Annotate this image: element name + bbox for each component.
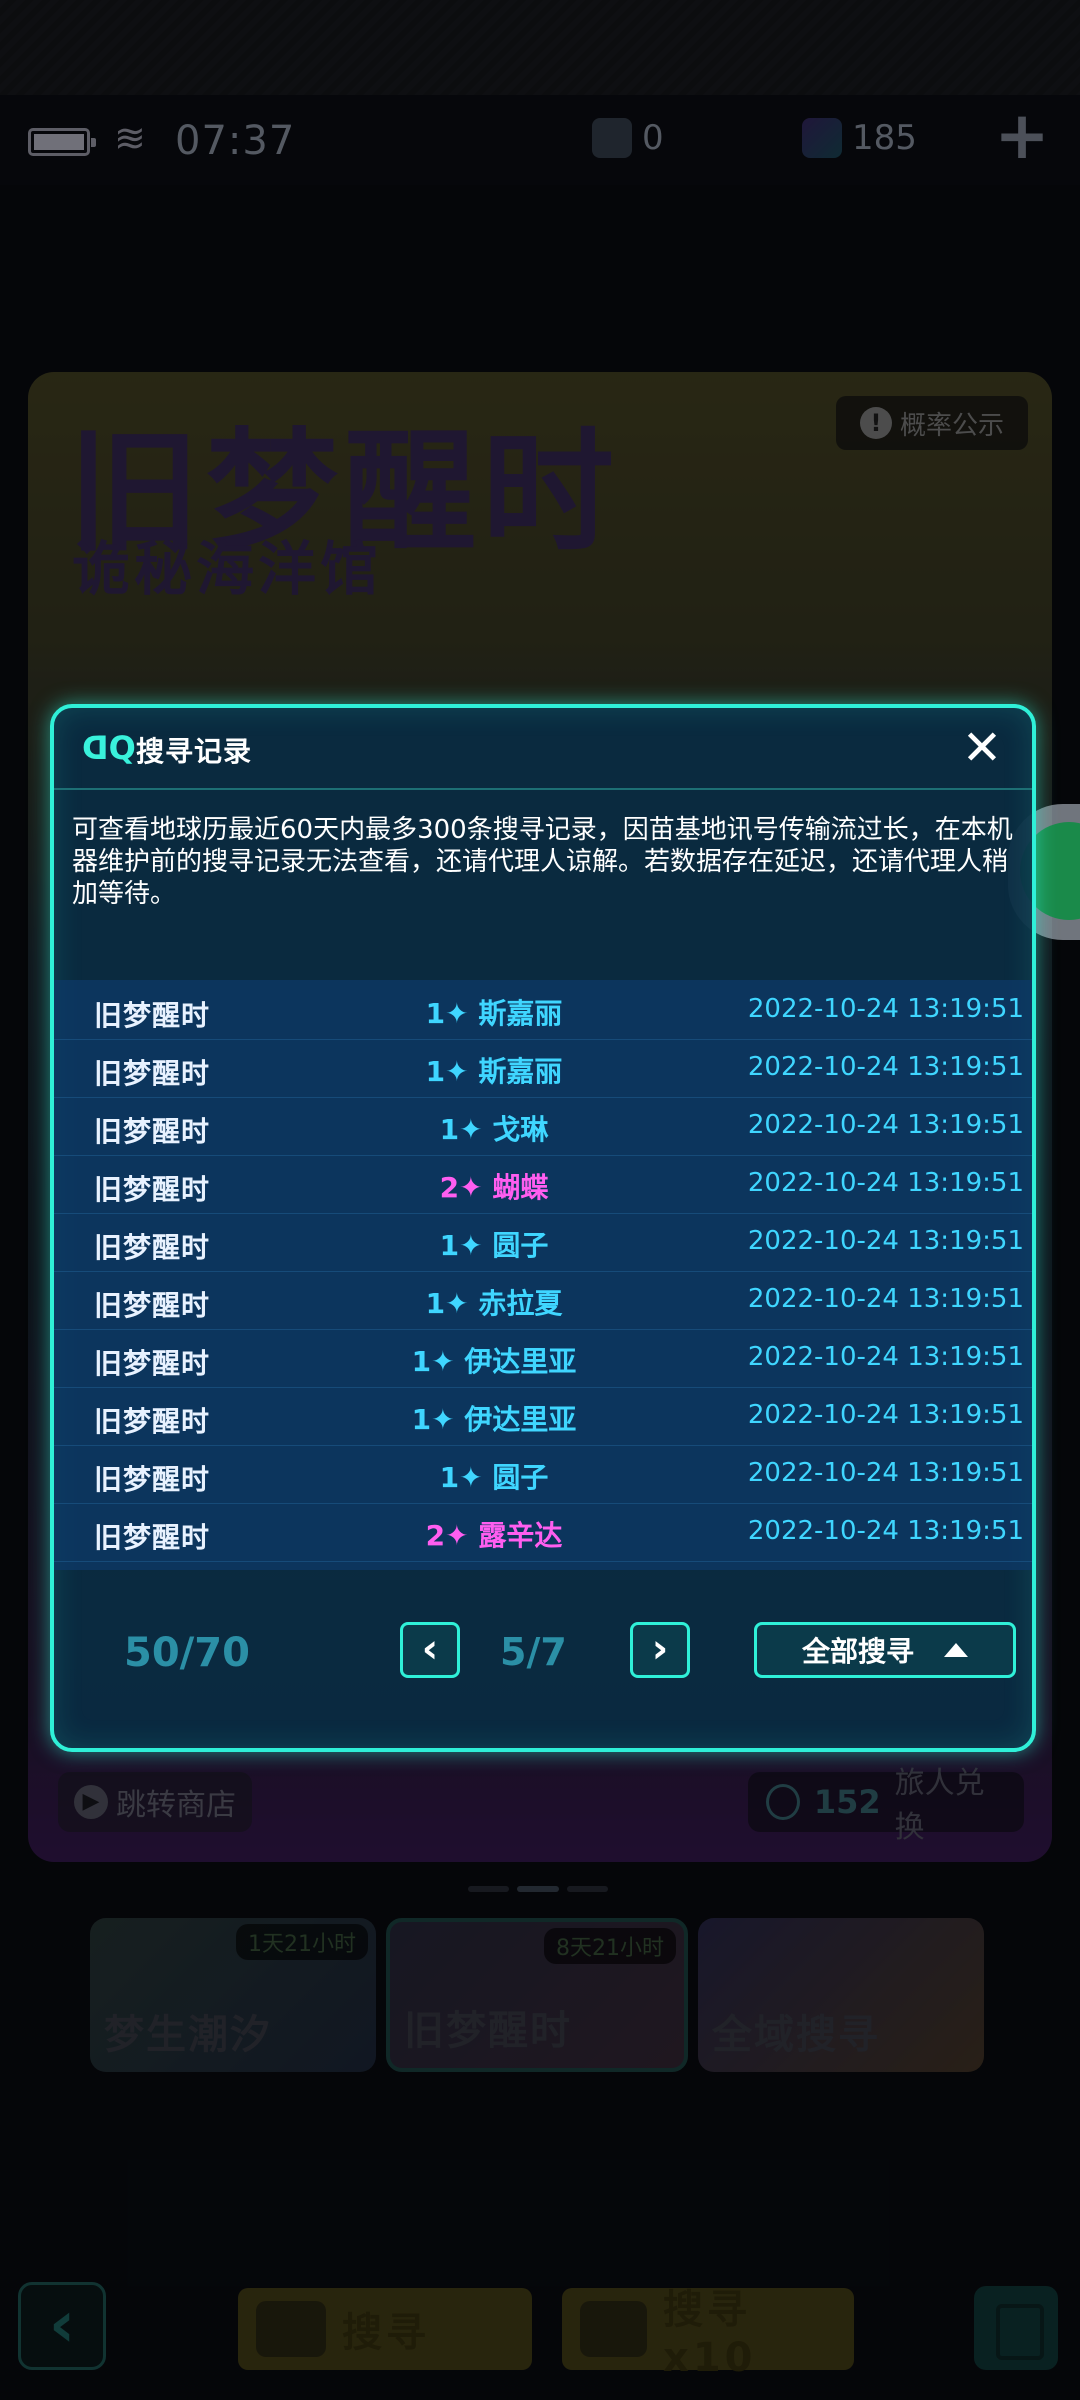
- record-logo-icon: ᗡQ: [82, 729, 136, 767]
- record-time: 2022-10-24 13:19:51: [747, 1458, 1024, 1488]
- record-row: 旧梦醒时 1✦ 赤拉夏 2022-10-24 13:19:51: [54, 1272, 1032, 1330]
- record-item: 2✦ 蝴蝶: [439, 1171, 549, 1204]
- record-time: 2022-10-24 13:19:51: [747, 1284, 1024, 1314]
- record-pool: 旧梦醒时: [94, 1173, 211, 1206]
- record-time: 2022-10-24 13:19:51: [747, 1226, 1024, 1256]
- record-row: 旧梦醒时 1✦ 斯嘉丽 2022-10-24 13:19:51: [54, 1040, 1032, 1098]
- caret-up-icon: [944, 1643, 968, 1657]
- record-row: 旧梦醒时 1✦ 圆子 2022-10-24 13:19:51: [54, 1214, 1032, 1272]
- record-item: 1✦ 圆子: [439, 1229, 549, 1262]
- record-item: 1✦ 伊达里亚: [411, 1403, 577, 1436]
- dialog-notice: 可查看地球历最近60天内最多300条搜寻记录，因苗基地讯号传输流过长，在本机器维…: [72, 815, 1013, 909]
- next-page-button[interactable]: ›: [630, 1622, 690, 1678]
- record-row: 旧梦醒时 1✦ 伊达里亚 2022-10-24 13:19:51: [54, 1388, 1032, 1446]
- record-pool: 旧梦醒时: [94, 1521, 211, 1554]
- record-pool: 旧梦醒时: [94, 1463, 211, 1496]
- record-time: 2022-10-24 13:19:51: [747, 1110, 1024, 1140]
- filter-dropdown[interactable]: 全部搜寻: [754, 1622, 1016, 1678]
- dialog-header: ᗡQ 搜寻记录 ✕: [54, 708, 1032, 790]
- record-pool: 旧梦醒时: [94, 1405, 211, 1438]
- record-row: 旧梦醒时 1✦ 伊达里亚 2022-10-24 13:19:51: [54, 1330, 1032, 1388]
- page-number: 5/7: [500, 1630, 567, 1674]
- record-count: 50/70: [124, 1630, 250, 1676]
- record-row: 旧梦醒时 1✦ 斯嘉丽 2022-10-24 13:19:51: [54, 982, 1032, 1040]
- record-item: 1✦ 斯嘉丽: [425, 997, 563, 1030]
- record-time: 2022-10-24 13:19:51: [747, 994, 1024, 1024]
- record-list[interactable]: 旧梦醒时 1✦ 斯嘉丽 2022-10-24 13:19:51 旧梦醒时 1✦ 斯嘉丽 2…: [54, 980, 1032, 1570]
- record-pool: 旧梦醒时: [94, 1347, 211, 1380]
- record-item: 2✦ 露辛达: [425, 1519, 563, 1552]
- record-item: 1✦ 戈琳: [439, 1113, 549, 1146]
- record-item: 1✦ 赤拉夏: [425, 1287, 563, 1320]
- record-time: 2022-10-24 13:19:51: [747, 1052, 1024, 1082]
- record-row: 旧梦醒时 1✦ 戈琳 2022-10-24 13:19:51: [54, 1098, 1032, 1156]
- record-pool: 旧梦醒时: [94, 1289, 211, 1322]
- record-time: 2022-10-24 13:19:51: [747, 1342, 1024, 1372]
- record-time: 2022-10-24 13:19:51: [747, 1400, 1024, 1430]
- record-item: 1✦ 斯嘉丽: [425, 1055, 563, 1088]
- record-item: 1✦ 伊达里亚: [411, 1345, 577, 1378]
- record-row: 旧梦醒时 2✦ 露辛达 2022-10-24 13:19:51: [54, 1504, 1032, 1562]
- search-record-dialog: ᗡQ 搜寻记录 ✕ 可查看地球历最近60天内最多300条搜寻记录，因苗基地讯号传…: [50, 704, 1036, 1752]
- close-button[interactable]: ✕: [960, 724, 1004, 772]
- record-pool: 旧梦醒时: [94, 999, 211, 1032]
- prev-page-button[interactable]: ‹: [400, 1622, 460, 1678]
- record-item: 1✦ 圆子: [439, 1461, 549, 1494]
- record-pool: 旧梦醒时: [94, 1057, 211, 1090]
- record-pool: 旧梦醒时: [94, 1115, 211, 1148]
- record-time: 2022-10-24 13:19:51: [747, 1168, 1024, 1198]
- record-pool: 旧梦醒时: [94, 1231, 211, 1264]
- dialog-title: 搜寻记录: [136, 735, 253, 768]
- record-row: 旧梦醒时 2✦ 蝴蝶 2022-10-24 13:19:51: [54, 1156, 1032, 1214]
- record-time: 2022-10-24 13:19:51: [747, 1516, 1024, 1546]
- dialog-footer: 50/70 ‹ 5/7 › 全部搜寻: [54, 1608, 1032, 1708]
- filter-label: 全部搜寻: [801, 1635, 914, 1668]
- record-row: 旧梦醒时 1✦ 圆子 2022-10-24 13:19:51: [54, 1446, 1032, 1504]
